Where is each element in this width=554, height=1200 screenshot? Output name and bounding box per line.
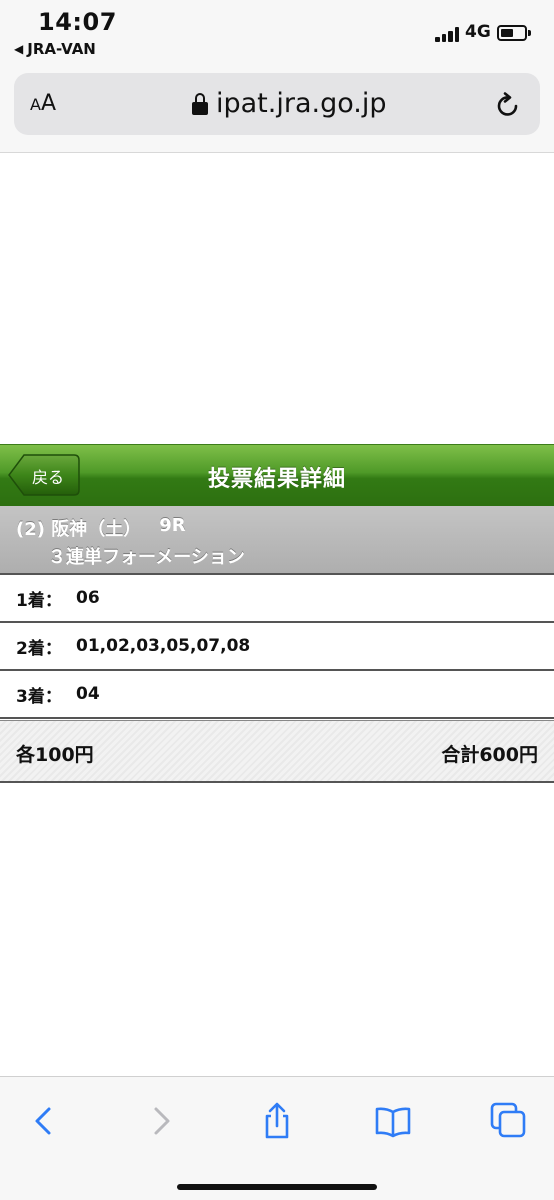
- selection-label: 1着：: [16, 590, 62, 611]
- race-info: (2) 阪神（土） 9R ３連単フォーメーション: [0, 506, 554, 575]
- selection-value: 01,02,03,05,07,08: [76, 636, 251, 656]
- share-icon[interactable]: [257, 1101, 297, 1141]
- status-time: 14:07: [38, 8, 117, 36]
- tabs-icon[interactable]: [489, 1101, 529, 1141]
- battery-icon: [497, 25, 531, 41]
- amount-total: 合計600円: [441, 744, 538, 766]
- address-bar[interactable]: AA ipat.jra.go.jp: [14, 73, 540, 135]
- selection-row-1st: 1着： 06: [0, 575, 554, 623]
- back-chevron-icon[interactable]: [25, 1101, 65, 1141]
- selection-label: 3着：: [16, 686, 62, 707]
- home-indicator[interactable]: [177, 1184, 377, 1190]
- forward-chevron-icon[interactable]: [140, 1101, 180, 1141]
- text-size-button[interactable]: AA: [30, 91, 56, 116]
- reload-icon[interactable]: [494, 91, 522, 119]
- selection-value: 04: [76, 684, 100, 704]
- page-title: 投票結果詳細: [207, 467, 346, 492]
- race-number: 9R: [159, 515, 186, 536]
- page-header: 戻る 投票結果詳細: [0, 444, 554, 506]
- status-bar: 14:07 ◀ JRA-VAN 4G: [0, 0, 554, 62]
- race-venue-line: (2) 阪神（土） 9R: [16, 515, 186, 541]
- network-type: 4G: [465, 22, 491, 42]
- back-to-app-link[interactable]: ◀ JRA-VAN: [14, 40, 96, 58]
- bookmarks-icon[interactable]: [373, 1101, 413, 1141]
- browser-address-area: AA ipat.jra.go.jp: [0, 62, 554, 153]
- selection-row-2nd: 2着： 01,02,03,05,07,08: [0, 623, 554, 671]
- bet-type: ３連単フォーメーション: [48, 547, 245, 568]
- amount-each: 各100円: [16, 744, 94, 766]
- back-app-label: JRA-VAN: [27, 40, 96, 58]
- url-display[interactable]: ipat.jra.go.jp: [192, 88, 387, 119]
- lock-icon: [192, 92, 208, 115]
- race-venue: (2) 阪神（土）: [16, 519, 142, 540]
- selection-value: 06: [76, 588, 100, 608]
- back-triangle-icon: ◀: [14, 42, 24, 56]
- url-text: ipat.jra.go.jp: [216, 88, 387, 119]
- totals-row: 各100円 合計600円: [0, 720, 554, 783]
- selection-row-3rd: 3着： 04: [0, 671, 554, 719]
- cellular-signal-icon: [435, 26, 461, 42]
- browser-toolbar: [0, 1076, 554, 1200]
- selection-label: 2着：: [16, 638, 62, 659]
